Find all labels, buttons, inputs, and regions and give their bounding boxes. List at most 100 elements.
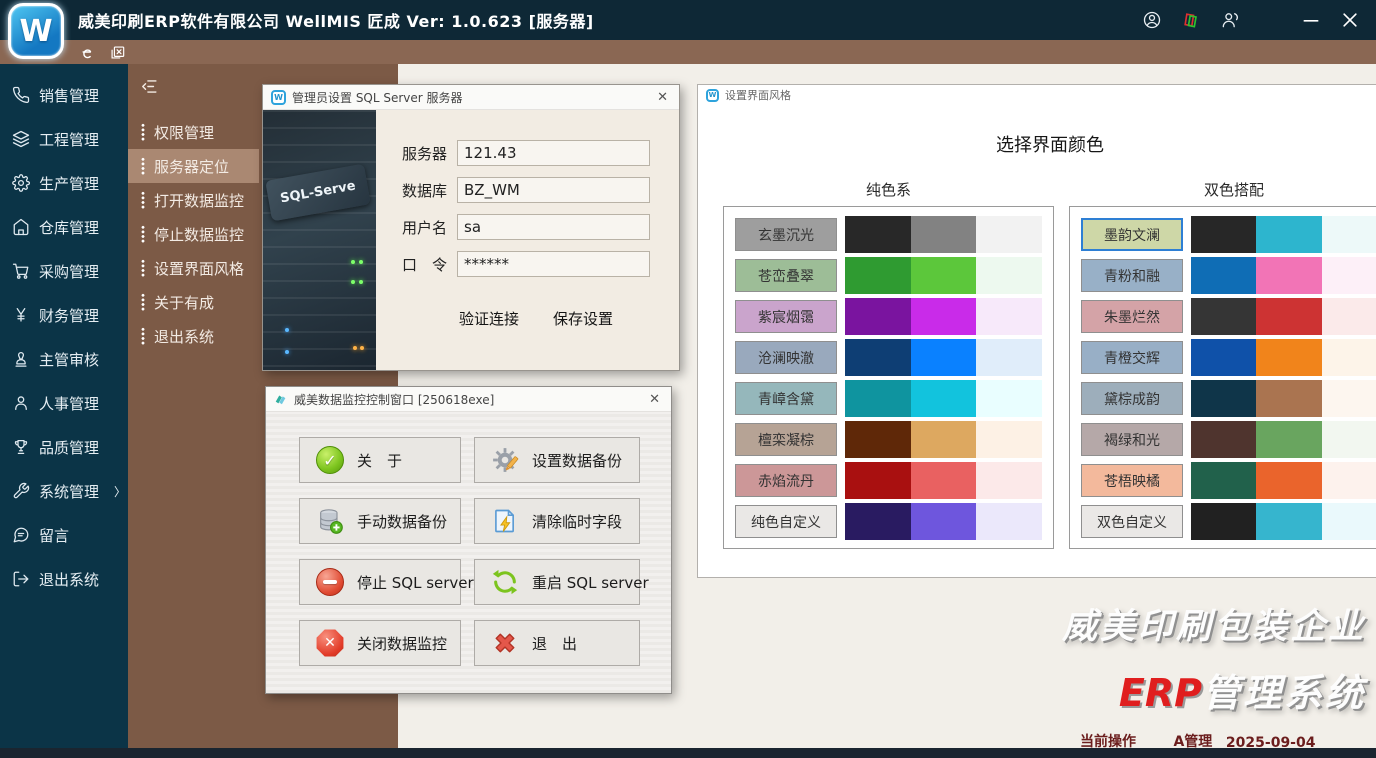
form-row: 服务器 — [402, 140, 650, 166]
sidebar-item-engineering[interactable]: 工程管理 — [0, 117, 128, 161]
theme-row: 双色自定义 — [1081, 503, 1376, 540]
theme-button[interactable]: 沧澜映澈 — [735, 341, 837, 374]
theme-button[interactable]: 褐绿和光 — [1081, 423, 1183, 456]
dots-icon — [141, 259, 145, 277]
clear-temp-fields-button[interactable]: 清除临时字段 — [474, 498, 640, 544]
color-preview-strip — [845, 257, 1042, 294]
sidebar-item-supervisor-audit[interactable]: 主管审核 — [0, 337, 128, 381]
color-pages-icon[interactable] — [1181, 10, 1201, 30]
theme-button[interactable]: 黛棕成韵 — [1081, 382, 1183, 415]
sidebar-item-purchasing[interactable]: 采购管理 — [0, 249, 128, 293]
server-input[interactable] — [457, 140, 650, 166]
color-swatch — [845, 257, 911, 294]
color-swatch — [1256, 216, 1321, 253]
sidebar-item-exit[interactable]: 退出系统 — [0, 557, 128, 601]
led-light — [285, 350, 289, 354]
sidebar-item-production[interactable]: 生产管理 — [0, 161, 128, 205]
monitor-app-icon — [274, 392, 288, 406]
sidebar-item-messages[interactable]: 留言 — [0, 513, 128, 557]
server-rack-photo: SQL-Serve — [263, 110, 376, 370]
color-swatch — [1256, 380, 1321, 417]
color-preview-strip — [845, 380, 1042, 417]
logout-icon — [12, 570, 30, 588]
theme-button[interactable]: 青嶂含黛 — [735, 382, 837, 415]
verify-connection-button[interactable]: 验证连接 — [459, 308, 519, 329]
color-swatch — [1191, 380, 1256, 417]
color-swatch — [911, 339, 977, 376]
form-row: 口 令 — [402, 251, 650, 277]
theme-button[interactable]: 紫宸烟霭 — [735, 300, 837, 333]
manual-backup-button[interactable]: 手动数据备份 — [299, 498, 461, 544]
theme-row: 紫宸烟霭 — [735, 298, 1042, 335]
about-button[interactable]: ✓关 于 — [299, 437, 461, 483]
color-picker-heading: 选择界面颜色 — [723, 131, 1376, 157]
close-data-monitor-button[interactable]: ✕关闭数据监控 — [299, 620, 461, 666]
username-input[interactable] — [457, 214, 650, 240]
button-label: 退 出 — [532, 633, 577, 654]
submenu-item-about[interactable]: 关于有成 — [128, 285, 259, 319]
submenu-item-server-locate[interactable]: 服务器定位 — [128, 149, 259, 183]
submenu-item-stop-monitor[interactable]: 停止数据监控 — [128, 217, 259, 251]
setup-backup-button[interactable]: 设置数据备份 — [474, 437, 640, 483]
sidebar-item-hr[interactable]: 人事管理 — [0, 381, 128, 425]
theme-button-selected[interactable]: 墨韵文澜 — [1081, 218, 1183, 251]
theme-button[interactable]: 青橙交辉 — [1081, 341, 1183, 374]
dots-icon — [141, 293, 145, 311]
menu-fold-icon[interactable] — [140, 77, 159, 100]
sidebar-item-system[interactable]: 系统管理〉 — [0, 469, 128, 513]
theme-button[interactable]: 青粉和融 — [1081, 259, 1183, 292]
close-button[interactable] — [1340, 10, 1360, 30]
color-swatch — [911, 503, 977, 540]
sidebar-item-sales[interactable]: 销售管理 — [0, 73, 128, 117]
color-swatch — [845, 339, 911, 376]
sidebar-item-warehouse[interactable]: 仓库管理 — [0, 205, 128, 249]
submenu-item-exit[interactable]: 退出系统 — [128, 319, 259, 353]
stop-circle-icon — [315, 567, 345, 597]
color-swatch — [911, 462, 977, 499]
button-label: 清除临时字段 — [532, 511, 622, 532]
submenu-item-permissions[interactable]: 权限管理 — [128, 115, 259, 149]
close-icon[interactable]: ✕ — [646, 392, 663, 407]
color-swatch — [1322, 503, 1376, 540]
exit-button[interactable]: 退 出 — [474, 620, 640, 666]
submenu-item-ui-style[interactable]: 设置界面风格 — [128, 251, 259, 285]
led-light — [353, 346, 357, 350]
sidebar-item-quality[interactable]: 品质管理 — [0, 425, 128, 469]
message-icon — [12, 526, 30, 544]
minimize-button[interactable] — [1301, 10, 1321, 30]
restart-sql-server-button[interactable]: 重启 SQL server — [474, 559, 640, 605]
dots-icon — [141, 123, 145, 141]
app-mini-logo-icon: W — [271, 90, 286, 105]
submenu-item-open-monitor[interactable]: 打开数据监控 — [128, 183, 259, 217]
sidebar-item-finance[interactable]: 财务管理 — [0, 293, 128, 337]
custom-solid-button[interactable]: 纯色自定义 — [735, 505, 837, 538]
theme-row: 玄墨沉光 — [735, 216, 1042, 253]
sidebar-item-label: 退出系统 — [39, 569, 99, 590]
attach-e-icon[interactable] — [78, 44, 95, 61]
solid-color-group: 玄墨沉光 苍峦叠翠 紫宸烟霭 沧澜映澈 青嶂含黛 檀栾凝棕 赤焰流丹 纯色自定义 — [723, 206, 1054, 549]
close-icon[interactable]: ✕ — [654, 90, 671, 105]
theme-button[interactable]: 苍峦叠翠 — [735, 259, 837, 292]
submenu-item-label: 停止数据监控 — [154, 224, 244, 245]
submenu-item-label: 打开数据监控 — [154, 190, 244, 211]
app-window: 威美印刷ERP软件有限公司 WellMIS 匠成 Ver: 1.0.623 [服… — [0, 0, 1376, 758]
stop-sql-server-button[interactable]: 停止 SQL server — [299, 559, 461, 605]
theme-row: 褐绿和光 — [1081, 421, 1376, 458]
theme-button[interactable]: 苍梧映橘 — [1081, 464, 1183, 497]
switch-user-icon[interactable] — [1220, 10, 1240, 30]
bottom-bar — [0, 748, 1376, 758]
theme-button[interactable]: 赤焰流丹 — [735, 464, 837, 497]
export-window-icon[interactable] — [109, 44, 126, 61]
color-swatch — [845, 462, 911, 499]
save-settings-button[interactable]: 保存设置 — [553, 308, 613, 329]
theme-button[interactable]: 檀栾凝棕 — [735, 423, 837, 456]
sql-server-dialog: W 管理员设置 SQL Server 服务器 ✕ SQL-Serve 服务器 数… — [262, 84, 680, 371]
field-label: 数据库 — [402, 180, 448, 201]
custom-duo-button[interactable]: 双色自定义 — [1081, 505, 1183, 538]
password-input[interactable] — [457, 251, 650, 277]
color-swatch — [1256, 462, 1321, 499]
database-input[interactable] — [457, 177, 650, 203]
theme-button[interactable]: 玄墨沉光 — [735, 218, 837, 251]
theme-button[interactable]: 朱墨烂然 — [1081, 300, 1183, 333]
user-circle-icon[interactable] — [1142, 10, 1162, 30]
